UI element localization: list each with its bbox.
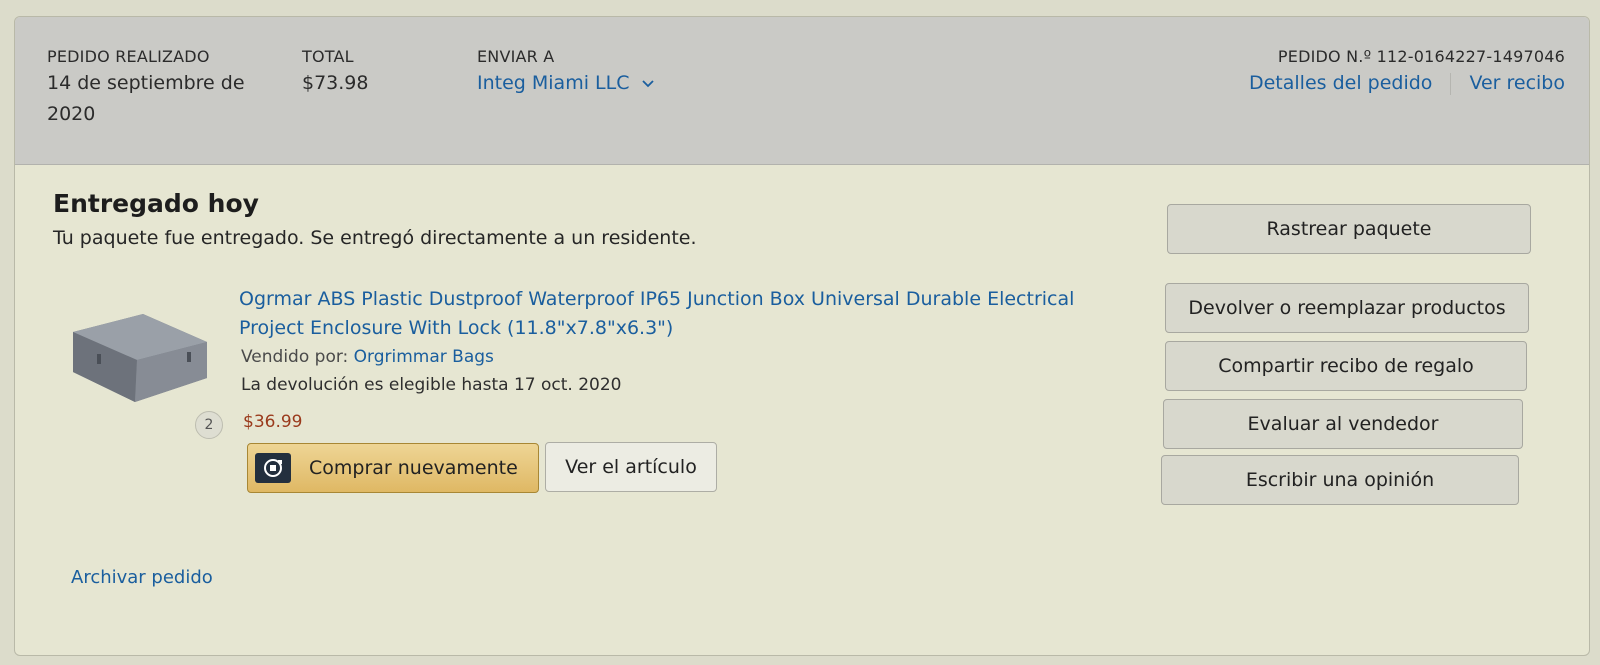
order-number-column: PEDIDO N.º 112-0164227-1497046 Detalles … (1249, 47, 1565, 99)
view-item-button[interactable]: Ver el artículo (545, 442, 717, 492)
chevron-down-icon (641, 80, 654, 88)
order-total-value: $73.98 (302, 72, 369, 94)
rate-seller-button[interactable]: Evaluar al vendedor (1163, 399, 1523, 449)
ship-to-column: ENVIAR A Integ Miami LLC (477, 47, 655, 99)
return-replace-button[interactable]: Devolver o reemplazar productos (1165, 283, 1529, 333)
product-thumbnail[interactable] (65, 302, 215, 417)
reorder-icon (255, 453, 291, 483)
product-title-link[interactable]: Ogrmar ABS Plastic Dustproof Waterproof … (239, 285, 1139, 343)
order-number: PEDIDO N.º 112-0164227-1497046 (1277, 47, 1565, 66)
seller-link[interactable]: Orgrimmar Bags (354, 347, 494, 367)
link-divider (1450, 72, 1452, 95)
quantity-badge: 2 (195, 411, 223, 439)
order-header: PEDIDO REALIZADO 14 de septiembre de 202… (15, 17, 1589, 165)
gift-receipt-button[interactable]: Compartir recibo de regalo (1165, 341, 1527, 391)
write-review-button[interactable]: Escribir una opinión (1161, 455, 1519, 505)
order-total-label: TOTAL (302, 47, 354, 66)
view-receipt-link[interactable]: Ver recibo (1469, 68, 1565, 99)
ship-to-link[interactable]: Integ Miami LLC (477, 68, 655, 99)
track-package-button[interactable]: Rastrear paquete (1167, 204, 1531, 254)
item-price: $36.99 (243, 412, 303, 432)
order-placed-column: PEDIDO REALIZADO 14 de septiembre de 202… (47, 47, 277, 130)
order-placed-label: PEDIDO REALIZADO (47, 47, 210, 66)
gift-receipt-label: Compartir recibo de regalo (1218, 355, 1474, 377)
write-review-label: Escribir una opinión (1245, 469, 1435, 491)
ship-to-label: ENVIAR A (477, 47, 555, 66)
track-package-label: Rastrear paquete (1266, 218, 1432, 240)
return-replace-label: Devolver o reemplazar productos (1188, 297, 1506, 319)
rate-seller-label: Evaluar al vendedor (1247, 413, 1439, 435)
order-total-column: TOTAL $73.98 (302, 47, 368, 99)
sold-by-label: Vendido por: (241, 347, 349, 367)
buy-again-button[interactable]: Comprar nuevamente (247, 443, 539, 493)
order-links: Detalles del pedido Ver recibo (1249, 68, 1565, 99)
order-details-link[interactable]: Detalles del pedido (1249, 68, 1432, 99)
archive-order-link[interactable]: Archivar pedido (71, 567, 213, 588)
return-eligibility: La devolución es elegible hasta 17 oct. … (241, 375, 622, 395)
sold-by: Vendido por: Orgrimmar Bags (241, 347, 494, 367)
buy-again-label: Comprar nuevamente (309, 457, 518, 479)
delivery-status-title: Entregado hoy (53, 189, 259, 218)
order-card: PEDIDO REALIZADO 14 de septiembre de 202… (14, 16, 1590, 656)
order-placed-date: 14 de septiembre de 2020 (47, 72, 245, 125)
ship-to-name: Integ Miami LLC (477, 72, 630, 94)
delivery-status-detail: Tu paquete fue entregado. Se entregó dir… (53, 227, 697, 249)
view-item-label: Ver el artículo (565, 456, 697, 478)
